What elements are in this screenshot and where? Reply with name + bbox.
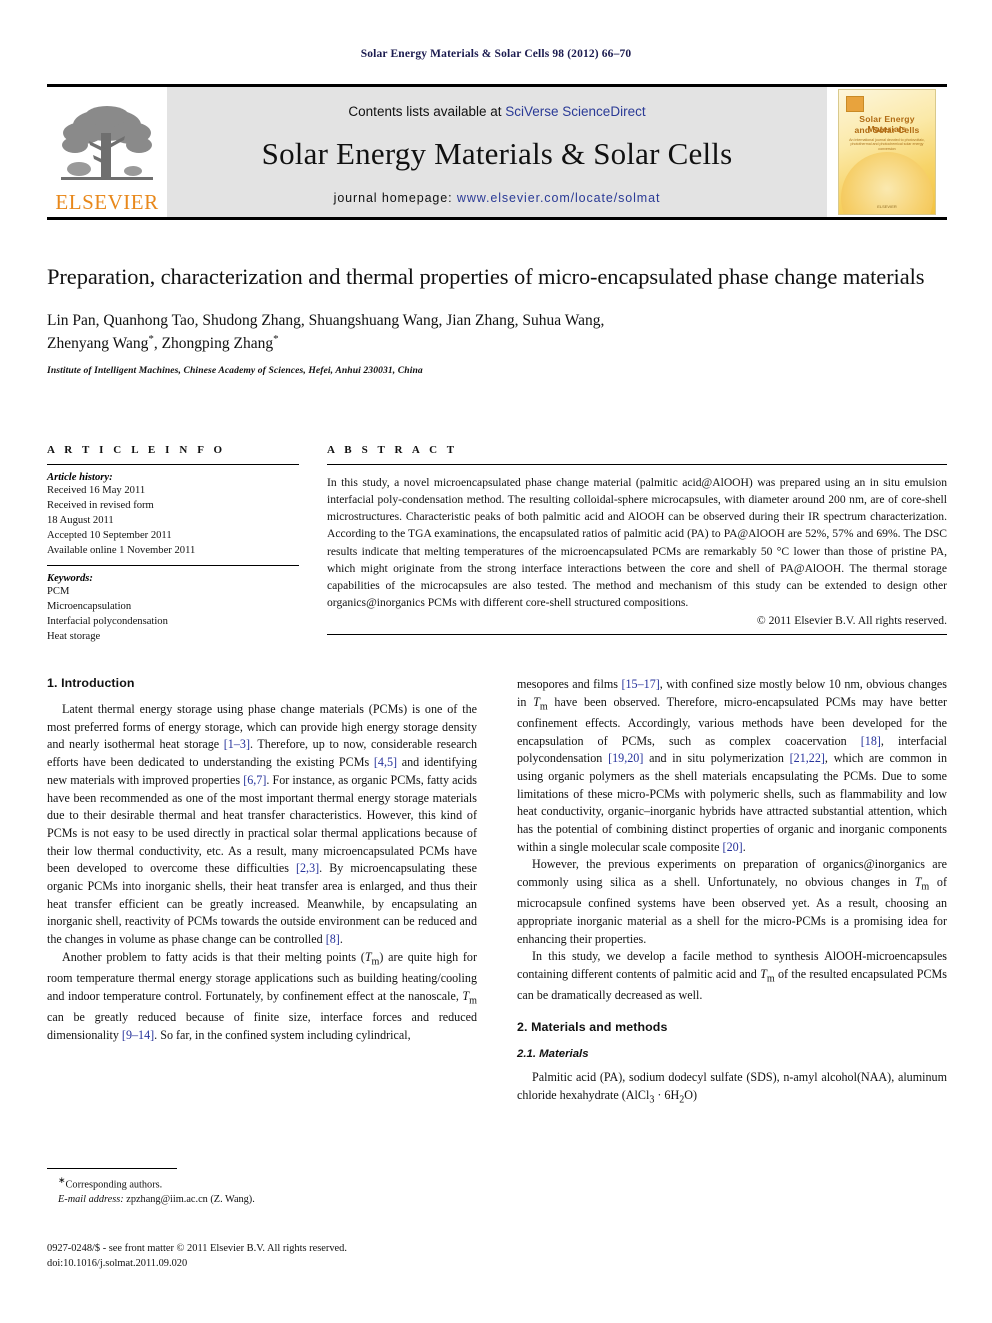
sciencedirect-link[interactable]: SciVerse ScienceDirect — [505, 104, 645, 119]
footnote-star-icon: ∗ — [58, 1175, 66, 1185]
cover-artwork: Solar Energy Materials and Solar Cells A… — [838, 89, 936, 215]
abstract-heading: A B S T R A C T — [327, 444, 458, 456]
corresponding-author-note: ∗Corresponding authors. — [47, 1174, 477, 1193]
section-heading-introduction: 1. Introduction — [47, 676, 135, 690]
keyword-item: Microencapsulation — [47, 601, 132, 613]
footnote-rule — [47, 1168, 177, 1169]
history-item: 18 August 2011 — [47, 515, 114, 527]
article-history-label: Article history: — [47, 472, 113, 483]
abstract-column: A B S T R A C T In this study, a novel m… — [327, 444, 947, 644]
section-heading-materials-and-methods: 2. Materials and methods — [517, 1020, 668, 1035]
history-item: Accepted 10 September 2011 — [47, 530, 172, 542]
authors-line-2a: Zhenyang Wang — [47, 335, 149, 353]
contents-available-line: Contents lists available at SciVerse Sci… — [348, 104, 645, 119]
body-column-right: mesopores and films [15–17], with confin… — [517, 676, 947, 1108]
author-list: Lin Pan, Quanhong Tao, Shudong Zhang, Sh… — [47, 310, 947, 356]
keyword-item: Heat storage — [47, 631, 101, 643]
elsevier-wordmark: ELSEVIER — [55, 190, 159, 214]
authors-line-2b: , Zhongping Zhang — [153, 335, 274, 353]
body-column-left: 1. Introduction Latent thermal energy st… — [47, 676, 477, 1108]
masthead-center: Contents lists available at SciVerse Sci… — [167, 87, 827, 217]
keyword-item: Interfacial polycondensation — [47, 616, 168, 628]
issn-front-matter: 0927-0248/$ - see front matter © 2011 El… — [47, 1243, 347, 1254]
journal-title: Solar Energy Materials & Solar Cells — [261, 135, 733, 171]
journal-masthead: ELSEVIER Contents lists available at Sci… — [47, 84, 947, 220]
history-item: Received 16 May 2011 — [47, 485, 146, 496]
paragraph: mesopores and films [15–17], with confin… — [517, 677, 947, 854]
corresponding-author-text: Corresponding authors. — [65, 1179, 163, 1191]
keyword-item: PCM — [47, 586, 70, 598]
paper-page: Solar Energy Materials & Solar Cells 98 … — [0, 0, 992, 1323]
paragraph: In this study, we develop a facile metho… — [517, 949, 947, 1003]
article-info-column: A R T I C L E I N F O Article history: R… — [47, 444, 299, 644]
paragraph: However, the previous experiments on pre… — [517, 857, 947, 946]
cover-publisher-footer: ELSEVIER — [877, 204, 897, 209]
corresponding-star-2: * — [273, 333, 279, 346]
running-head: Solar Energy Materials & Solar Cells 98 … — [360, 48, 632, 60]
page-title: Preparation, characterization and therma… — [47, 264, 925, 289]
keywords-block: Keywords: PCM Microencapsulation Interfa… — [47, 573, 299, 644]
homepage-prefix: journal homepage: — [333, 190, 457, 205]
paragraph: Palmitic acid (PA), sodium dodecyl sulfa… — [517, 1070, 947, 1106]
journal-homepage-link[interactable]: www.elsevier.com/locate/solmat — [457, 191, 660, 205]
imprint-block: 0927-0248/$ - see front matter © 2011 El… — [47, 1242, 517, 1272]
affiliation: Institute of Intelligent Machines, Chine… — [47, 365, 423, 377]
history-item: Received in revised form — [47, 500, 154, 512]
cover-title-line2: and Solar Cells — [854, 125, 920, 135]
keywords-label: Keywords: — [47, 573, 93, 585]
footnote-block: ∗Corresponding authors. E-mail address: … — [47, 1168, 477, 1208]
email-label: E-mail address: — [58, 1194, 124, 1206]
paragraph: Another problem to fatty acids is that t… — [47, 949, 477, 1042]
cover-subtitle: An international journal devoted to phot… — [849, 138, 925, 151]
cover-elsevier-mark-icon — [846, 96, 864, 112]
subsection-heading-materials: 2.1. Materials — [517, 1048, 589, 1061]
info-abstract-region: A R T I C L E I N F O Article history: R… — [47, 444, 947, 644]
abstract-copyright: © 2011 Elsevier B.V. All rights reserved… — [756, 614, 947, 628]
elsevier-tree-icon — [55, 103, 159, 191]
article-info-heading: A R T I C L E I N F O — [47, 444, 226, 456]
email-address[interactable]: zpzhang@iim.ac.cn (Z. Wang). — [126, 1194, 255, 1205]
title-block: Preparation, characterization and therma… — [47, 262, 947, 376]
doi-line[interactable]: doi:10.1016/j.solmat.2011.09.020 — [47, 1257, 517, 1272]
email-note: E-mail address: zpzhang@iim.ac.cn (Z. Wa… — [47, 1193, 477, 1208]
history-item: Available online 1 November 2011 — [47, 545, 196, 557]
journal-homepage-line: journal homepage: www.elsevier.com/locat… — [334, 191, 661, 205]
elsevier-logo: ELSEVIER — [47, 87, 167, 217]
body-columns: 1. Introduction Latent thermal energy st… — [47, 676, 947, 1108]
authors-line-1: Lin Pan, Quanhong Tao, Shudong Zhang, Sh… — [47, 311, 605, 329]
journal-cover-thumbnail: Solar Energy Materials and Solar Cells A… — [827, 87, 947, 217]
abstract-text: In this study, a novel microencapsulated… — [327, 476, 947, 610]
paragraph: Latent thermal energy storage using phas… — [47, 702, 478, 947]
contents-prefix: Contents lists available at — [348, 103, 506, 119]
